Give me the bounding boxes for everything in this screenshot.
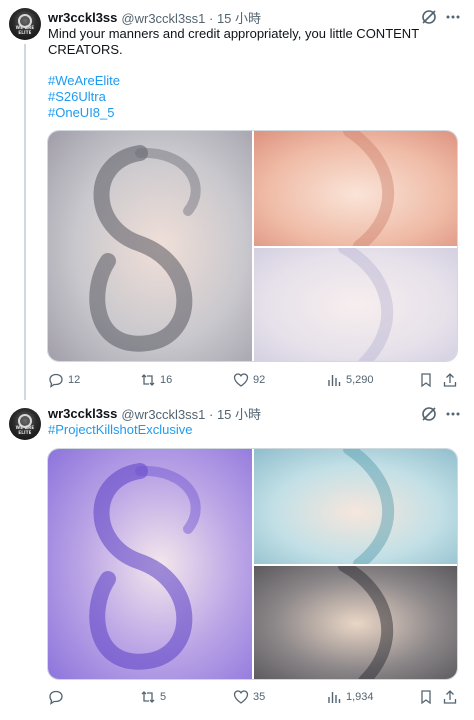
tweet-header: wr3cckl3ss @wr3cckl3ss1 · 15 小時 bbox=[48, 8, 261, 26]
reply-count: 12 bbox=[68, 374, 81, 386]
repost-icon bbox=[141, 374, 155, 386]
repost-button[interactable]: 16 bbox=[140, 370, 172, 390]
views-count: 5,290 bbox=[346, 374, 374, 386]
wallpaper-image bbox=[48, 131, 252, 361]
thread-line bbox=[24, 44, 26, 400]
avatar-text: WE ARE ELITE bbox=[15, 25, 35, 35]
media-image[interactable] bbox=[254, 131, 457, 246]
like-count: 92 bbox=[253, 374, 266, 386]
media-grid bbox=[47, 448, 458, 680]
media-image[interactable] bbox=[48, 449, 252, 679]
tweet[interactable]: WE ARE ELITE wr3cckl3ss @wr3cckl3ss1 · 1… bbox=[0, 400, 474, 720]
repost-count: 16 bbox=[160, 374, 173, 386]
more-icon[interactable] bbox=[444, 8, 462, 26]
bookmark-button[interactable] bbox=[418, 370, 438, 390]
handle-time[interactable]: @wr3cckl3ss1 · 15 小時 bbox=[121, 8, 261, 27]
like-button[interactable]: 92 bbox=[233, 370, 265, 390]
share-button[interactable] bbox=[442, 687, 462, 707]
wallpaper-image bbox=[254, 131, 457, 246]
wallpaper-image bbox=[254, 248, 457, 361]
bookmark-icon bbox=[421, 373, 431, 388]
hashtag-link[interactable]: #OneUI8_5 bbox=[48, 105, 115, 121]
action-bar: 5 35 1,934 bbox=[48, 687, 458, 707]
hashtag-link[interactable]: #S26Ultra bbox=[48, 89, 106, 105]
tweet[interactable]: WE ARE ELITE wr3cckl3ss @wr3cckl3ss1 · 1… bbox=[0, 0, 474, 400]
reply-icon bbox=[49, 373, 63, 388]
media-grid bbox=[47, 130, 458, 362]
repost-count: 5 bbox=[160, 691, 167, 703]
grok-icon[interactable] bbox=[420, 405, 438, 423]
avatar[interactable]: WE ARE ELITE bbox=[9, 8, 41, 40]
share-icon bbox=[443, 690, 457, 704]
media-image[interactable] bbox=[48, 131, 252, 361]
bookmark-button[interactable] bbox=[418, 687, 438, 707]
display-name[interactable]: wr3cckl3ss bbox=[48, 10, 117, 25]
share-icon bbox=[443, 373, 457, 387]
like-count: 35 bbox=[253, 691, 266, 703]
reply-icon bbox=[49, 690, 63, 705]
tweet-text-line: CREATORS. bbox=[48, 42, 123, 57]
avatar[interactable]: WE ARE ELITE bbox=[9, 408, 41, 440]
like-icon bbox=[233, 690, 249, 704]
media-image[interactable] bbox=[254, 566, 457, 679]
views-icon bbox=[328, 375, 341, 386]
views-button[interactable]: 5,290 bbox=[326, 370, 374, 390]
tweet-text: Mind your manners and credit appropriate… bbox=[48, 26, 458, 58]
media-image[interactable] bbox=[254, 248, 457, 361]
views-count: 1,934 bbox=[346, 691, 374, 703]
repost-button[interactable]: 5 bbox=[140, 687, 166, 707]
wallpaper-image bbox=[254, 449, 457, 564]
wallpaper-image bbox=[48, 449, 252, 679]
wallpaper-image bbox=[254, 566, 457, 679]
reply-button[interactable] bbox=[48, 687, 68, 707]
like-icon bbox=[233, 373, 249, 387]
tweet-header: wr3cckl3ss @wr3cckl3ss1 · 15 小時 bbox=[48, 404, 261, 422]
grok-icon[interactable] bbox=[420, 8, 438, 26]
reply-button[interactable]: 12 bbox=[48, 370, 80, 390]
more-icon[interactable] bbox=[444, 405, 462, 423]
share-button[interactable] bbox=[442, 370, 462, 390]
like-button[interactable]: 35 bbox=[233, 687, 265, 707]
hashtag-link[interactable]: #ProjectKillshotExclusive bbox=[48, 422, 193, 438]
action-bar: 12 16 92 5,290 bbox=[48, 370, 458, 390]
bookmark-icon bbox=[421, 690, 431, 705]
views-button[interactable]: 1,934 bbox=[326, 687, 374, 707]
views-icon bbox=[328, 692, 341, 703]
repost-icon bbox=[141, 691, 155, 703]
handle-time[interactable]: @wr3cckl3ss1 · 15 小時 bbox=[121, 404, 261, 423]
hashtag-link[interactable]: #WeAreElite bbox=[48, 73, 120, 89]
display-name[interactable]: wr3cckl3ss bbox=[48, 406, 117, 421]
media-image[interactable] bbox=[254, 449, 457, 564]
avatar-text: WE ARE ELITE bbox=[15, 425, 35, 435]
tweet-text-line: Mind your manners and credit appropriate… bbox=[48, 26, 420, 41]
